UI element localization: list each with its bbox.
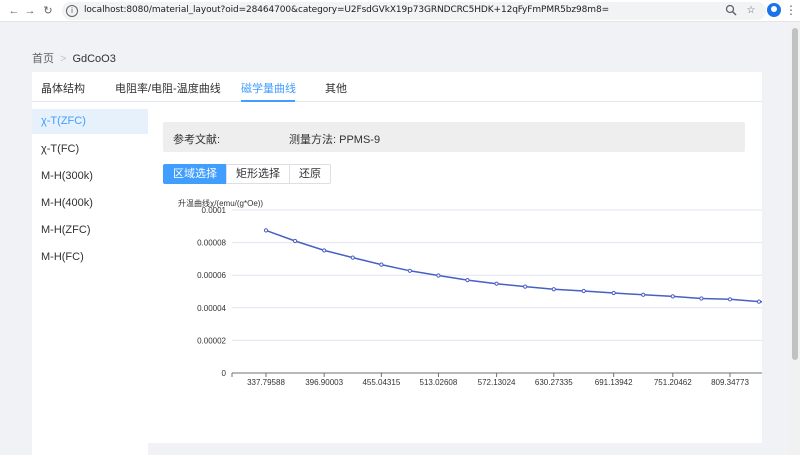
browser-toolbar: ← → ↻ i localhost:8080/material_layout?o… [0, 0, 800, 22]
page: 首页 > GdCoO3 晶体结构 电阻率/电阻-温度曲线 磁学量曲线 其他 χ-T(… [0, 23, 800, 455]
chart-x-tick-label: 572.13024 [478, 378, 516, 387]
forward-icon[interactable]: → [22, 3, 38, 19]
content-bottom-strip [148, 443, 762, 455]
magnetic-chart[interactable]: 升温曲线 χ/(emu/(g*Oe)) 0 0.00002 0.00004 0.00006… [148, 198, 762, 413]
material-card: 晶体结构 电阻率/电阻-温度曲线 磁学量曲线 其他 χ-T(ZFC) χ-T(F… [32, 72, 762, 455]
chart-data-point [756, 299, 762, 304]
chart-data-point [494, 281, 499, 286]
method-value: PPMS-9 [339, 134, 381, 146]
profile-avatar-icon[interactable] [767, 3, 781, 17]
chart-y-tick-label: 0.0001 [202, 206, 227, 215]
back-icon[interactable]: ← [6, 3, 22, 19]
chart-x-tick-label: 513.02608 [420, 378, 458, 387]
chart-y-tick-label: 0.00002 [197, 336, 226, 345]
chart-y-tick-label: 0.00008 [197, 239, 226, 248]
breadcrumb: 首页 > GdCoO3 [32, 50, 116, 66]
chart-x-tick-label: 751.20462 [654, 378, 692, 387]
breadcrumb-separator: > [60, 53, 67, 65]
url-text[interactable]: localhost:8080/material_layout?oid=28464… [84, 5, 609, 15]
sidebar-item-m-h-fc[interactable]: M-H(FC) [32, 245, 148, 270]
curve-content: 参考文献: 测量方法: PPMS-9 区域选择 矩形选择 还原 升温曲线 χ/(e… [148, 108, 762, 455]
sidebar-item-m-h-400k[interactable]: M-H(400k) [32, 191, 148, 216]
method-label: 测量方法: [289, 134, 337, 146]
browser-menu-icon[interactable]: ⋮ [785, 3, 797, 17]
chart-y-tick-label: 0.00004 [197, 304, 226, 313]
chart-data-point [523, 284, 528, 289]
sidebar-item-chi-t-fc[interactable]: χ-T(FC) [32, 137, 148, 162]
chart-svg[interactable]: 升温曲线 χ/(emu/(g*Oe))00.000020.000040.00006… [148, 198, 762, 413]
active-tab-indicator [241, 100, 295, 102]
chart-data-point [263, 228, 269, 233]
chart-data-point [699, 296, 704, 301]
tab-crystal-structure[interactable]: 晶体结构 [41, 80, 85, 96]
chart-x-tick-label: 691.13942 [595, 378, 633, 387]
chart-data-point [407, 268, 412, 273]
chart-y-tick-label: 0.00006 [197, 271, 226, 280]
chart-data-point [727, 297, 733, 302]
chart-data-point [436, 273, 441, 278]
selection-button-group: 区域选择 矩形选择 还原 [163, 164, 331, 184]
breadcrumb-home[interactable]: 首页 [32, 53, 54, 65]
chart-data-point [350, 255, 355, 260]
chart-x-tick-label: 337.79588 [247, 378, 285, 387]
chart-data-point [379, 262, 384, 267]
page-scrollbar-thumb[interactable] [792, 28, 798, 360]
rect-select-button[interactable]: 矩形选择 [226, 164, 290, 184]
sidebar-item-m-h-300k[interactable]: M-H(300k) [32, 164, 148, 189]
info-bar: 参考文献: 测量方法: PPMS-9 [163, 122, 745, 152]
region-select-button[interactable]: 区域选择 [163, 164, 227, 184]
chart-y-tick-label: 0 [222, 369, 227, 378]
chart-series-line [265, 229, 762, 303]
sidebar-item-chi-t-zfc[interactable]: χ-T(ZFC) [32, 109, 148, 134]
chart-data-point [322, 248, 327, 253]
tab-other[interactable]: 其他 [325, 80, 347, 96]
chart-data-point [670, 294, 675, 299]
tab-magnetic[interactable]: 磁学量曲线 [241, 80, 296, 96]
chart-x-tick-label: 630.27335 [535, 378, 573, 387]
chart-x-tick-label: 396.90003 [305, 378, 343, 387]
bookmark-star-icon[interactable]: ☆ [744, 4, 758, 18]
reload-icon[interactable]: ↻ [40, 3, 56, 19]
tab-resistivity[interactable]: 电阻率/电阻-温度曲线 [115, 80, 221, 96]
chart-data-point [292, 238, 298, 244]
chart-data-point [641, 292, 646, 297]
reference-label: 参考文献: [173, 134, 221, 146]
curve-sidebar: χ-T(ZFC) χ-T(FC) M-H(300k) M-H(400k) M-H… [32, 108, 148, 455]
tab-bar: 晶体结构 电阻率/电阻-温度曲线 磁学量曲线 其他 [32, 72, 762, 102]
chart-data-point [611, 290, 616, 296]
restore-button[interactable]: 还原 [289, 164, 331, 184]
address-bar[interactable]: i localhost:8080/material_layout?oid=284… [62, 2, 766, 20]
sidebar-item-m-h-zfc[interactable]: M-H(ZFC) [32, 218, 148, 243]
site-info-icon[interactable]: i [66, 5, 78, 17]
chart-data-point [465, 277, 470, 283]
chart-x-tick-label: 809.34773 [711, 378, 749, 387]
measurement-method: 测量方法: PPMS-9 [289, 131, 380, 147]
chart-x-tick-label: 455.04315 [362, 378, 400, 387]
zoom-icon[interactable] [724, 4, 738, 18]
breadcrumb-current: GdCoO3 [72, 53, 116, 65]
chart-data-point [581, 288, 586, 294]
chart-data-point [551, 287, 556, 292]
